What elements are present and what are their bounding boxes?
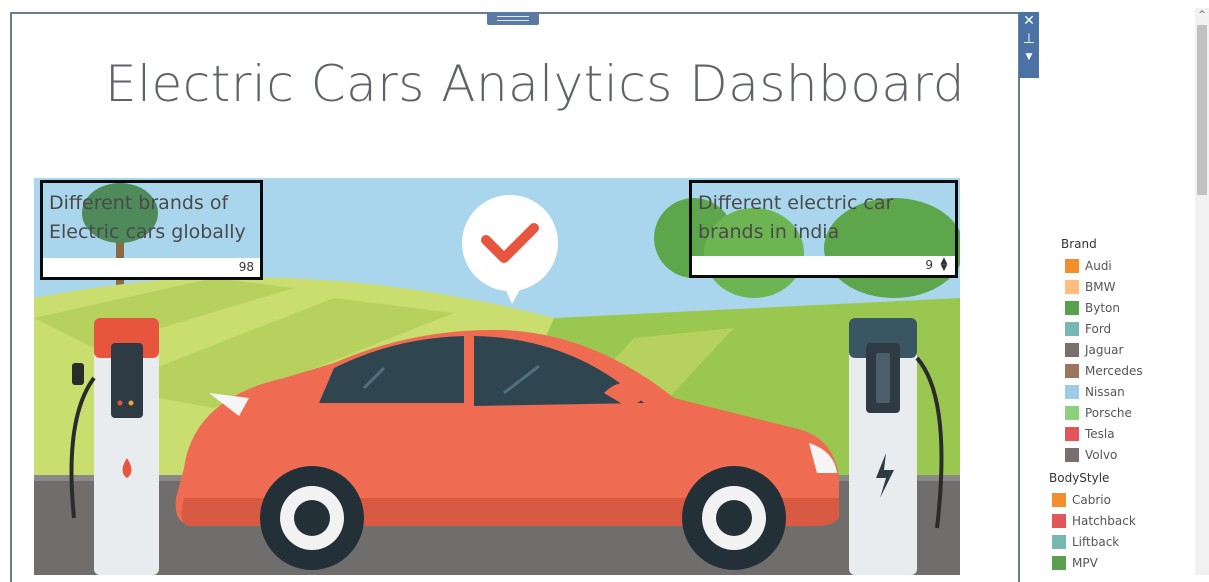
color-swatch [1065,321,1079,336]
color-swatch [1065,447,1079,462]
brand-legend-item[interactable]: Audi [1065,255,1190,276]
legend-label: Ford [1085,321,1112,336]
close-icon[interactable]: ✕ [1019,12,1039,30]
scroll-thumb[interactable] [1197,25,1207,195]
legend-label: MPV [1072,555,1098,570]
kpi-india-brands-value: 9 [692,256,955,275]
brand-legend-item[interactable]: Jaguar [1065,339,1190,360]
bodystyle-legend-item[interactable]: Liftback [1052,531,1190,552]
legend-panel: Brand Audi BMW Byton Ford Jaguar Mercedes Niss… [1040,237,1190,573]
legend-label: Volvo [1085,447,1118,462]
color-swatch [1065,384,1079,399]
legend-label: Nissan [1085,384,1125,399]
brand-legend-item[interactable]: Nissan [1065,381,1190,402]
brand-legend-item[interactable]: Volvo [1065,444,1190,465]
brand-legend-item[interactable]: Mercedes [1065,360,1190,381]
legend-label: Mercedes [1085,363,1143,378]
color-swatch [1052,534,1066,549]
color-swatch [1052,555,1066,570]
brand-legend-item[interactable]: Byton [1065,297,1190,318]
brand-legend-item[interactable]: Porsche [1065,402,1190,423]
legend-label: Porsche [1085,405,1132,420]
scroll-up-icon[interactable]: ^ [1195,8,1209,22]
brand-legend-item[interactable]: BMW [1065,276,1190,297]
legend-label: Tesla [1085,426,1115,441]
color-swatch [1065,279,1079,294]
color-swatch [1065,300,1079,315]
value-spinner-icon[interactable]: ▲ ▼ [939,257,949,273]
color-swatch [1052,513,1066,528]
color-swatch [1065,342,1079,357]
bodystyle-legend-title: BodyStyle [1049,471,1110,485]
bodystyle-legend-item[interactable]: Hatchback [1052,510,1190,531]
brand-legend-title: Brand [1061,237,1097,251]
legend-label: Liftback [1072,534,1120,549]
color-swatch [1065,258,1079,273]
brand-legend: Brand Audi BMW Byton Ford Jaguar Mercedes Niss… [1040,237,1190,465]
bodystyle-legend-item[interactable]: MPV [1052,552,1190,573]
floating-toolbar: ✕ ⊥ ▼ [1019,12,1039,78]
caret-down-icon[interactable]: ▼ [1019,48,1039,66]
pin-icon[interactable]: ⊥ [1019,30,1039,48]
kpi-india-brands-label: Different electric car brands in india [698,192,894,243]
legend-label: Cabrio [1072,492,1111,507]
color-swatch [1052,492,1066,507]
brand-legend-item[interactable]: Ford [1065,318,1190,339]
legend-label: Audi [1085,258,1112,273]
bodystyle-legend-item[interactable]: Cabrio [1052,489,1190,510]
kpi-global-brands-label: Different brands of Electric cars global… [49,192,246,243]
page-title: Electric Cars Analytics Dashboard [105,55,965,113]
kpi-global-brands: Different brands of Electric cars global… [40,180,263,280]
brand-legend-item[interactable]: Tesla [1065,423,1190,444]
legend-label: Jaguar [1085,342,1124,357]
legend-label: BMW [1085,279,1116,294]
color-swatch [1065,363,1079,378]
color-swatch [1065,426,1079,441]
bodystyle-legend: BodyStyle Cabrio Hatchback Liftback MPV [1040,471,1190,573]
legend-label: Byton [1085,300,1120,315]
color-swatch [1065,405,1079,420]
kpi-global-brands-value: 98 [43,258,260,277]
vertical-scrollbar[interactable]: ^ [1195,8,1209,575]
drag-handle[interactable] [487,12,539,25]
legend-label: Hatchback [1072,513,1136,528]
kpi-india-brands: Different electric car brands in india 9… [689,180,958,278]
